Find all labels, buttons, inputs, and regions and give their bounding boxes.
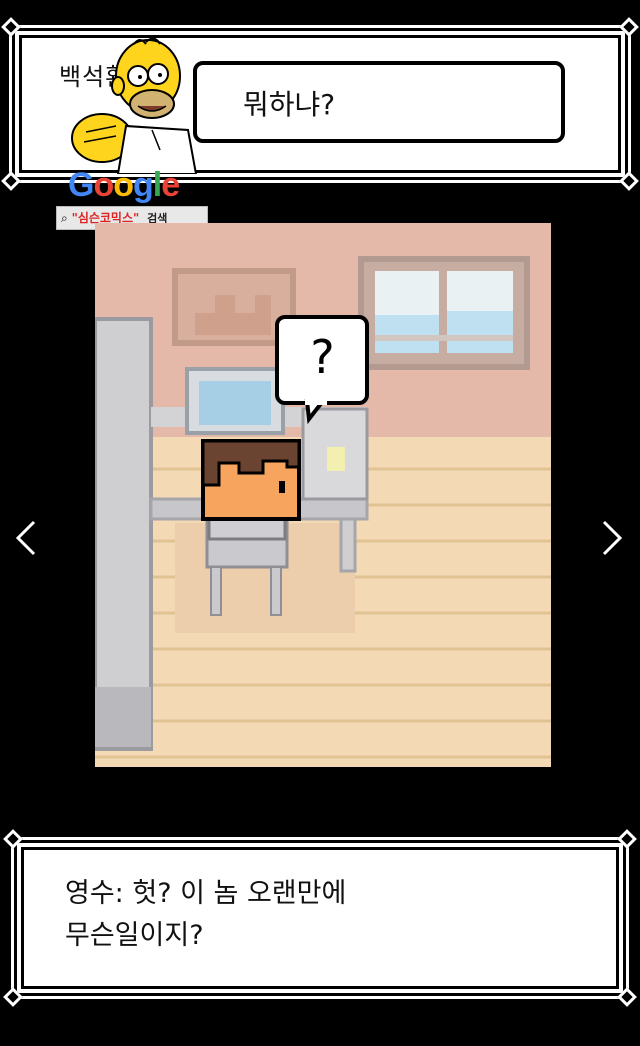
dialog-line: 영수: 헛? 이 놈 오랜만에: [65, 878, 347, 909]
chevron-left-icon: [15, 520, 36, 556]
room-illustration: [95, 223, 551, 767]
frame-corner: [1, 171, 21, 191]
search-icon: ⌕: [61, 211, 68, 225]
frame-corner: [3, 829, 23, 849]
google-logo: Google: [68, 166, 180, 205]
dialog-text: 영수: 헛? 이 놈 오랜만에 무슨일이지?: [65, 873, 346, 957]
google-letter: e: [161, 166, 180, 204]
google-letter: g: [133, 166, 154, 204]
google-letter: o: [113, 166, 134, 204]
dialog-line: 무슨일이지?: [65, 920, 204, 951]
speech-text: 뭐하냐?: [243, 88, 336, 121]
watermark: Google ⌕ "심슨코믹스" 검색: [56, 34, 216, 234]
bottom-dialog-box[interactable]: 영수: 헛? 이 놈 오랜만에 무슨일이지?: [3, 829, 637, 1007]
frame-corner: [1, 17, 21, 37]
prev-page-button[interactable]: [6, 516, 46, 560]
frame-corner: [617, 987, 637, 1007]
google-letter: o: [93, 166, 114, 204]
game-scene: ?: [95, 223, 551, 767]
frame-corner: [617, 829, 637, 849]
next-page-button[interactable]: [592, 516, 632, 560]
thought-bubble-text: ?: [308, 330, 336, 384]
frame-corner: [619, 17, 639, 37]
speech-bubble: 뭐하냐?: [193, 61, 565, 143]
homer-character-icon: [71, 37, 198, 174]
google-letter: G: [68, 166, 94, 204]
frame-corner: [619, 171, 639, 191]
google-letter: l: [152, 166, 163, 204]
chevron-right-icon: [602, 520, 623, 556]
frame-corner: [3, 987, 23, 1007]
